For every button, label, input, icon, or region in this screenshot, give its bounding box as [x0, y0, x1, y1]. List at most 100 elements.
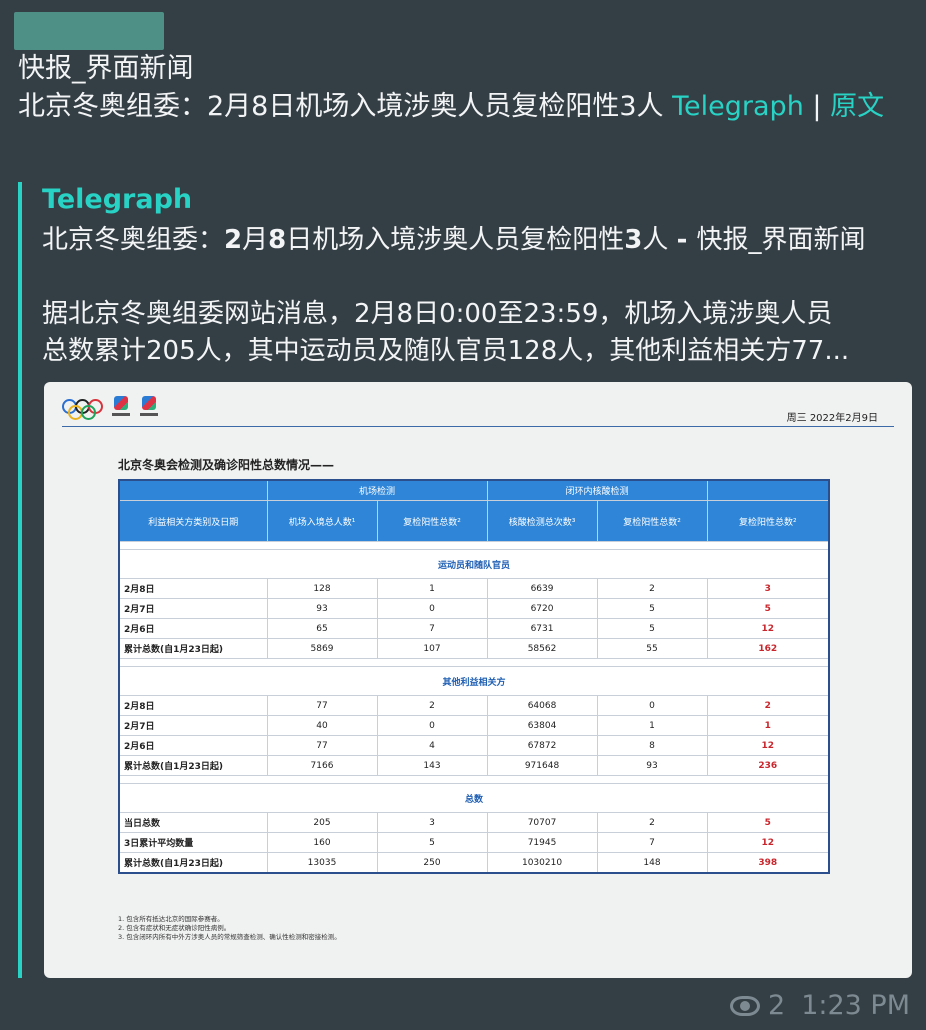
table-cell: 7 [596, 832, 708, 853]
table-row: 2月6日 77 4 67872 8 12 [118, 735, 830, 756]
document-date: 周三 2022年2月9日 [786, 413, 878, 424]
original-link[interactable]: 原文 [830, 91, 884, 122]
header-total-positives: 复检阳性总数² [706, 500, 830, 542]
table-cell: 7 [376, 618, 488, 639]
table-cell: 6731 [486, 618, 598, 639]
row-label: 当日总数 [118, 812, 268, 833]
table-cell: 1 [376, 578, 488, 599]
beijing2022-emblem-icon [110, 396, 132, 422]
message-headline-line: 北京冬奥组委：2月8日机场入境涉奥人员复检阳性3人 Telegraph | 原文 [18, 88, 898, 126]
row-label: 2月6日 [118, 618, 268, 639]
table-cell: 77 [266, 735, 378, 756]
link-preview[interactable]: Telegraph 北京冬奥组委：2月8日机场入境涉奥人员复检阳性3人 - 快报… [18, 182, 914, 978]
telegraph-link[interactable]: Telegraph [672, 91, 804, 122]
header-airport-group: 机场检测 [266, 479, 488, 501]
table-cell: 65 [266, 618, 378, 639]
table-cell: 3 [706, 578, 830, 599]
table-cell: 236 [706, 755, 830, 776]
table-cell: 12 [706, 832, 830, 853]
table-cell: 160 [266, 832, 378, 853]
table-cell: 1 [596, 715, 708, 736]
table-cell: 40 [266, 715, 378, 736]
table-cell: 58562 [486, 638, 598, 659]
row-label: 3日累计平均数量 [118, 832, 268, 853]
table-row: 3日累计平均数量 160 5 71945 7 12 [118, 832, 830, 853]
table-cell: 6639 [486, 578, 598, 599]
view-count: 2 [768, 990, 786, 1021]
table-cell: 55 [596, 638, 708, 659]
table-row: 2月8日 77 2 64068 0 2 [118, 695, 830, 716]
table-cell: 250 [376, 852, 488, 874]
table-cell: 8 [596, 735, 708, 756]
row-label: 2月8日 [118, 578, 268, 599]
spacer [119, 658, 830, 667]
table-row: 2月6日 65 7 6731 5 12 [118, 618, 830, 639]
preview-site-name[interactable]: Telegraph [42, 184, 192, 215]
footnote: 3. 包含闭环内所有中外方涉奥人员的常规筛查检测、确认性检测和密接检测。 [118, 933, 341, 941]
stats-table: 机场检测 闭环内核酸检测 利益相关方类别及日期 机场入境总人数¹ 复检阳性总数²… [118, 479, 831, 874]
table-cell: 93 [596, 755, 708, 776]
table-row: 2月8日 128 1 6639 2 3 [118, 578, 830, 599]
sender-name-redacted [14, 12, 164, 50]
table-cell: 6720 [486, 598, 598, 619]
table-row: 当日总数 205 3 70707 2 5 [118, 812, 830, 833]
table-cell: 71945 [486, 832, 598, 853]
link-separator: | [812, 91, 822, 122]
row-label: 2月6日 [118, 735, 268, 756]
olympic-logos [62, 396, 160, 422]
table-cell: 70707 [486, 812, 598, 833]
table-cell: 4 [376, 735, 488, 756]
message-footer: 2 1:23 PM [730, 990, 910, 1021]
footnote: 1. 包含所有抵达北京的国际参赛者。 [118, 915, 224, 923]
table-cell: 5 [596, 598, 708, 619]
footnote: 2. 包含有症状和无症状确诊阳性病例。 [118, 924, 231, 932]
row-label: 累计总数(自1月23日起) [118, 755, 268, 776]
table-cell: 5 [706, 598, 830, 619]
table-cell: 3 [376, 812, 488, 833]
table-cell: 2 [706, 695, 830, 716]
message-text: 快报_界面新闻 北京冬奥组委：2月8日机场入境涉奥人员复检阳性3人 Telegr… [18, 50, 898, 126]
table-cell: 5 [596, 618, 708, 639]
section-heading: 其他利益相关方 [119, 666, 830, 696]
header-loop-positives: 复检阳性总数² [596, 500, 708, 542]
message-time: 1:23 PM [801, 990, 910, 1021]
header-closed-loop-group: 闭环内核酸检测 [486, 479, 708, 501]
table-cell: 398 [706, 852, 830, 874]
table-row: 累计总数(自1月23日起) 7166 143 971648 93 236 [118, 755, 830, 776]
table-row: 2月7日 93 0 6720 5 5 [118, 598, 830, 619]
table-cell: 2 [596, 812, 708, 833]
table-cell: 93 [266, 598, 378, 619]
table-cell: 64068 [486, 695, 598, 716]
preview-image[interactable]: 周三 2022年2月9日 北京冬奥会检测及确诊阳性总数情况—— 机场检测 闭环内… [44, 382, 912, 978]
table-cell: 12 [706, 735, 830, 756]
table-row: 累计总数(自1月23日起) 13035 250 1030210 148 398 [118, 852, 830, 874]
table-cell: 13035 [266, 852, 378, 874]
table-cell: 2 [596, 578, 708, 599]
table-cell: 12 [706, 618, 830, 639]
beijing2022-paralympic-emblem-icon [138, 396, 160, 422]
table-cell: 77 [266, 695, 378, 716]
section-heading: 总数 [119, 783, 830, 813]
spacer [119, 541, 830, 550]
table-cell: 7166 [266, 755, 378, 776]
table-cell: 143 [376, 755, 488, 776]
spacer [119, 775, 830, 784]
table-cell: 67872 [486, 735, 598, 756]
header-airport-arrivals: 机场入境总人数¹ [266, 500, 378, 542]
header-category: 利益相关方类别及日期 [118, 500, 268, 542]
row-label: 2月7日 [118, 715, 268, 736]
table-cell: 5 [376, 832, 488, 853]
document-title: 北京冬奥会检测及确诊阳性总数情况—— [118, 458, 335, 472]
table-cell: 63804 [486, 715, 598, 736]
row-label: 累计总数(自1月23日起) [118, 852, 268, 874]
header-empty [706, 479, 830, 501]
table-cell: 971648 [486, 755, 598, 776]
table-cell: 205 [266, 812, 378, 833]
row-label: 2月8日 [118, 695, 268, 716]
section-heading: 运动员和随队官员 [119, 549, 830, 579]
table-cell: 0 [376, 598, 488, 619]
table-row: 2月7日 40 0 63804 1 1 [118, 715, 830, 736]
table-cell: 2 [376, 695, 488, 716]
preview-title: 北京冬奥组委：2月8日机场入境涉奥人员复检阳性3人 - 快报_界面新闻 [42, 225, 866, 255]
table-cell: 1 [706, 715, 830, 736]
